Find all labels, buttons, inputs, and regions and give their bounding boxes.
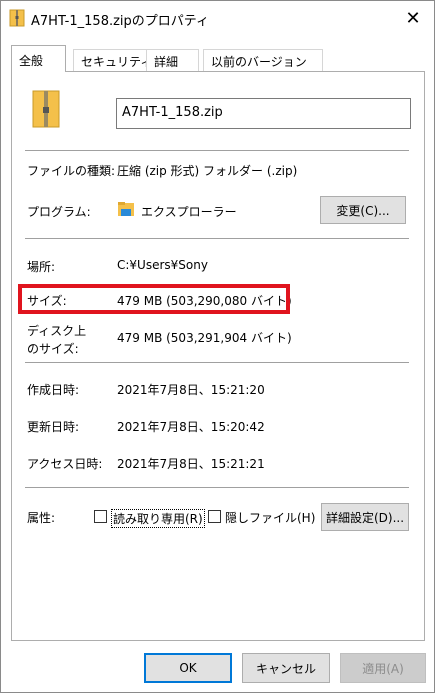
title-bar: A7HT-1_158.zipのプロパティ ✕ — [1, 1, 434, 35]
hidden-checkbox[interactable] — [208, 510, 221, 523]
close-icon: ✕ — [405, 7, 421, 29]
separator — [25, 487, 409, 488]
accessed-label: アクセス日時: — [27, 457, 103, 471]
created-label: 作成日時: — [27, 383, 80, 397]
modified-value: 2021年7月8日、15:20:42 — [117, 420, 265, 434]
accessed-value: 2021年7月8日、15:21:21 — [117, 457, 265, 471]
file-type-label: ファイルの種類: — [27, 164, 116, 178]
modified-label: 更新日時: — [27, 420, 80, 434]
location-value: C:¥Users¥Sony — [117, 258, 208, 272]
zip-file-large-icon — [32, 90, 60, 128]
disk-size-value: 479 MB (503,291,904 バイト) — [117, 331, 292, 345]
tab-general[interactable]: 全般 — [11, 45, 66, 72]
readonly-checkbox[interactable] — [94, 510, 107, 523]
disk-size-label-line2: のサイズ: — [27, 342, 79, 356]
ok-button[interactable]: OK — [144, 653, 232, 683]
advanced-attributes-button[interactable]: 詳細設定(D)... — [321, 503, 409, 531]
tab-details[interactable]: 詳細 — [146, 49, 199, 71]
created-value: 2021年7月8日、15:21:20 — [117, 383, 265, 397]
file-explorer-icon — [118, 202, 134, 216]
tab-previous-versions[interactable]: 以前のバージョン — [203, 49, 323, 71]
zip-folder-icon — [9, 9, 25, 27]
separator — [25, 150, 409, 151]
close-button[interactable]: ✕ — [396, 3, 430, 33]
cancel-button[interactable]: キャンセル — [242, 653, 330, 683]
readonly-label[interactable]: 読み取り専用(R) — [111, 509, 205, 528]
size-highlight-annotation — [18, 284, 290, 314]
program-value: エクスプローラー — [141, 205, 237, 219]
file-type-value: 圧縮 (zip 形式) フォルダー (.zip) — [117, 164, 298, 178]
tab-strip: 全般 セキュリティ 詳細 以前のバージョン — [11, 45, 425, 72]
separator — [25, 362, 409, 363]
location-label: 場所: — [27, 260, 56, 274]
window-title: A7HT-1_158.zipのプロパティ — [31, 14, 210, 29]
attributes-label: 属性: — [27, 511, 56, 525]
hidden-label[interactable]: 隠しファイル(H) — [225, 509, 315, 526]
file-name-input[interactable]: A7HT-1_158.zip — [116, 98, 411, 129]
disk-size-label-line1: ディスク上 — [27, 324, 87, 338]
change-program-button[interactable]: 変更(C)... — [320, 196, 406, 224]
properties-dialog: A7HT-1_158.zipのプロパティ ✕ 全般 セキュリティ 詳細 以前のバ… — [0, 0, 435, 693]
apply-button[interactable]: 適用(A) — [340, 653, 426, 683]
program-label: プログラム: — [27, 205, 91, 219]
separator — [25, 238, 409, 239]
